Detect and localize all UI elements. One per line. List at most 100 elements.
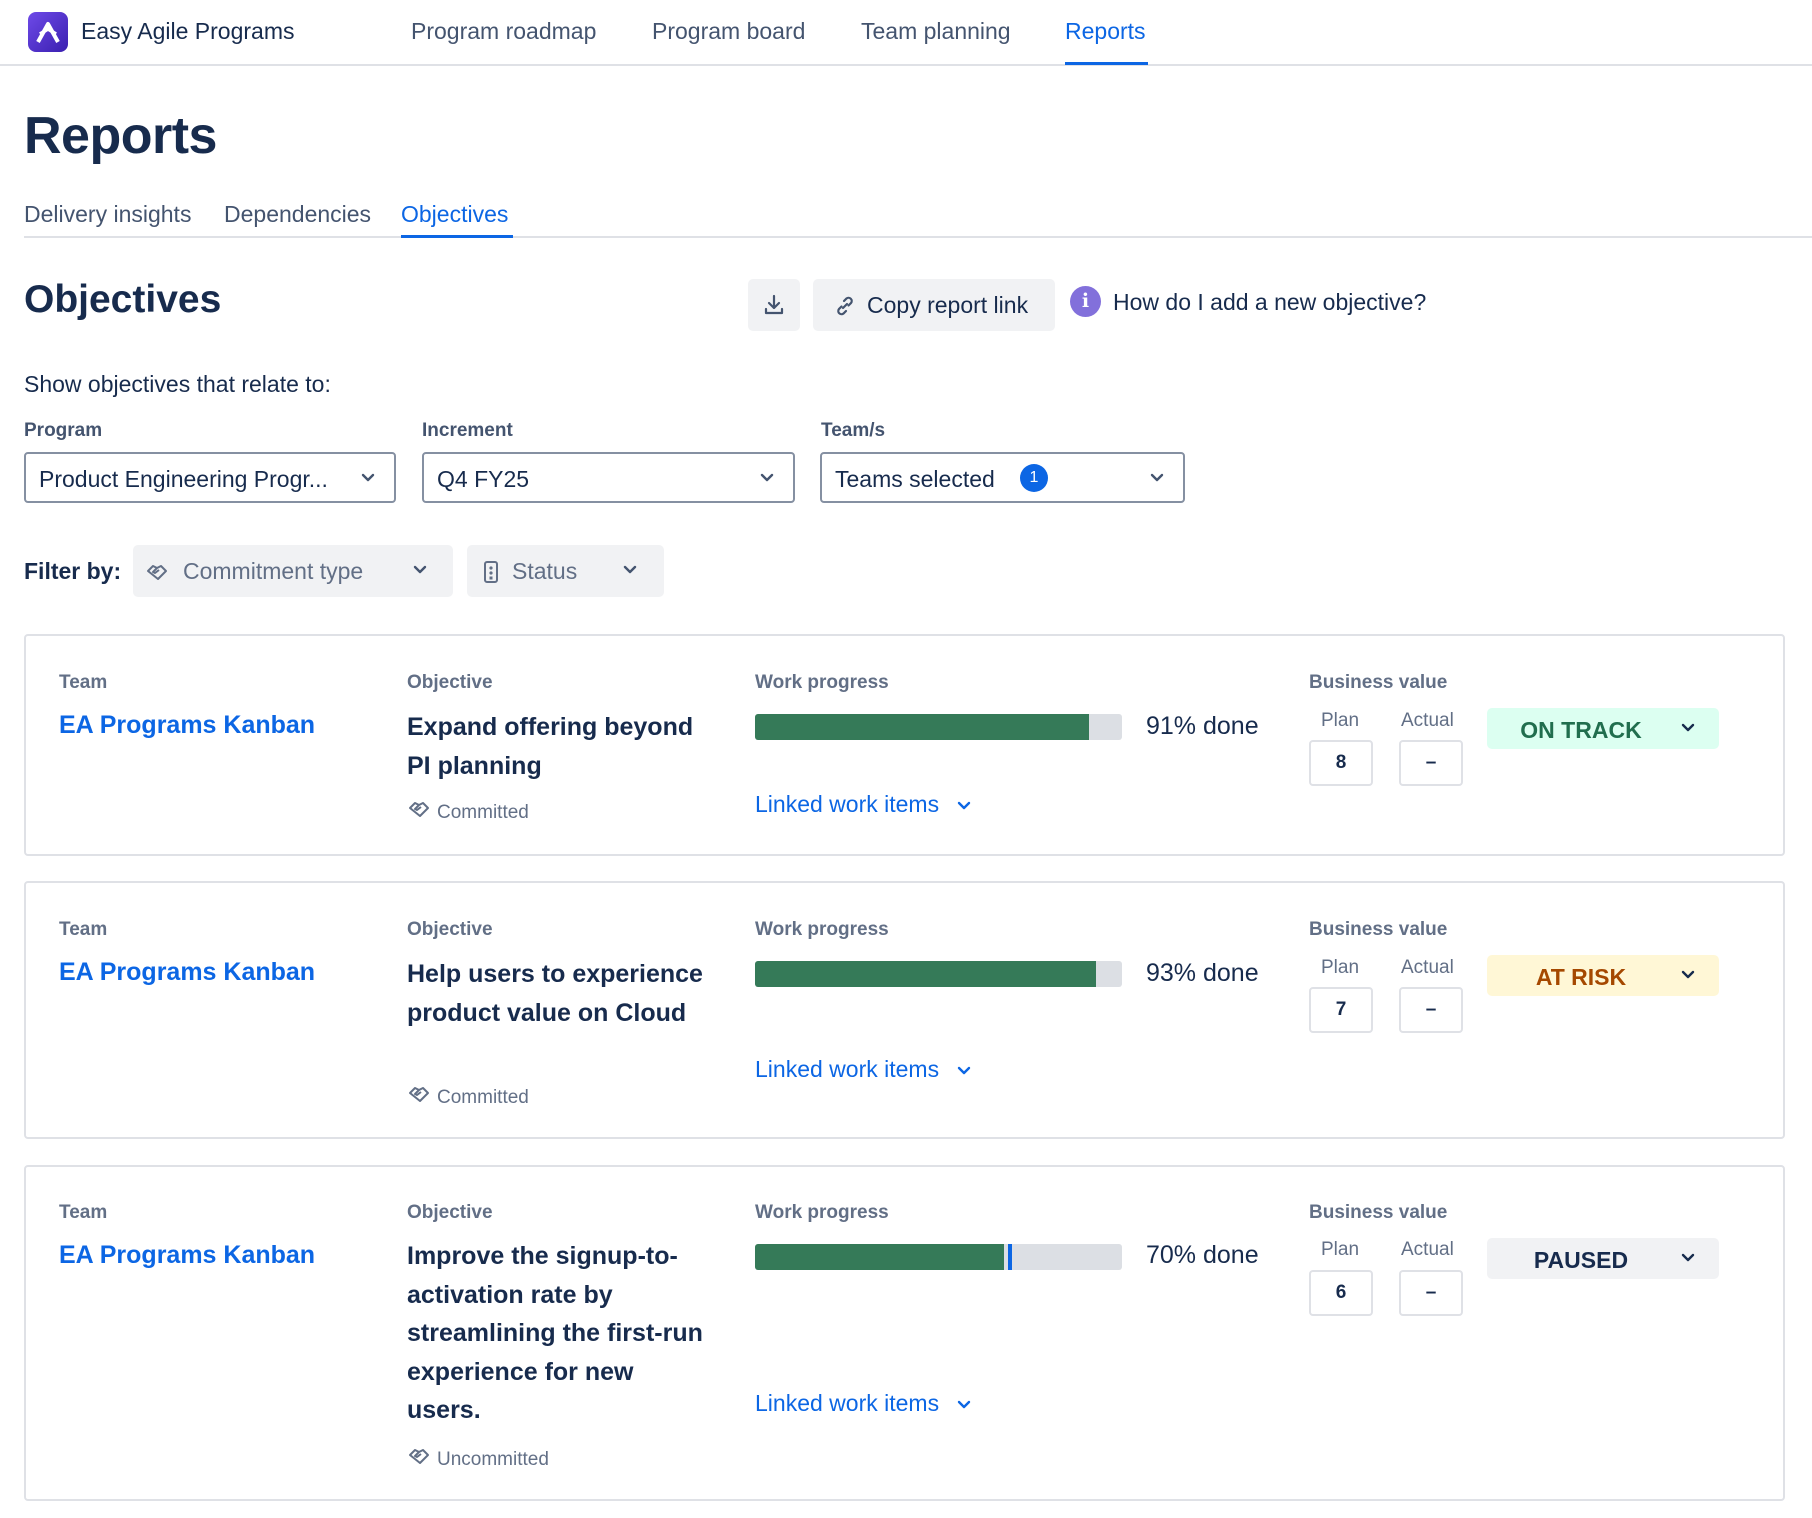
plan-value[interactable]: 6	[1309, 1270, 1373, 1316]
progress-marker	[1007, 1244, 1012, 1270]
chevron-down-icon	[1681, 1253, 1695, 1262]
objective-title: Improve the signup-to-activation rate by…	[407, 1242, 703, 1424]
objective-card: Team EA Programs Kanban Objective Help u…	[24, 881, 1785, 1139]
commitment-type-label: Commitment type	[183, 558, 364, 584]
commitment-label: Committed	[407, 797, 529, 824]
actual-value[interactable]: –	[1399, 1270, 1463, 1316]
commitment-type-filter[interactable]: Commitment type	[133, 545, 453, 597]
actual-header: Actual	[1401, 710, 1454, 731]
copy-report-link-button[interactable]: Copy report link	[813, 279, 1055, 331]
tabs-divider	[24, 236, 1812, 238]
nav-team-planning[interactable]: Team planning	[861, 18, 1011, 45]
status-label: ON TRACK	[1520, 717, 1642, 743]
chevron-down-icon	[1681, 723, 1695, 732]
handshake-icon	[409, 1449, 429, 1464]
business-value-header: Business value	[1309, 919, 1448, 940]
actual-value[interactable]: –	[1399, 987, 1463, 1033]
plan-value[interactable]: 7	[1309, 987, 1373, 1033]
status-dropdown[interactable]: AT RISK	[1487, 955, 1719, 996]
commitment-text: Committed	[437, 1087, 529, 1108]
work-progress-header: Work progress	[755, 672, 889, 693]
team-link[interactable]: EA Programs Kanban	[59, 711, 315, 740]
teams-value: Teams selected	[835, 466, 995, 492]
app-logo[interactable]	[28, 12, 68, 52]
handshake-icon	[409, 802, 429, 817]
objective-header: Objective	[407, 672, 493, 693]
work-progress-header: Work progress	[755, 1202, 889, 1223]
linked-work-items-toggle[interactable]: Linked work items	[755, 1390, 971, 1417]
plan-header: Plan	[1321, 957, 1360, 978]
objective-card: Team EA Programs Kanban Objective Expand…	[24, 634, 1785, 856]
team-header: Team	[59, 919, 108, 940]
team-link[interactable]: EA Programs Kanban	[59, 958, 315, 987]
increment-value: Q4 FY25	[437, 466, 530, 492]
linked-work-items-label: Linked work items	[755, 1390, 940, 1416]
download-button[interactable]	[748, 279, 800, 331]
progress-fill	[755, 714, 1089, 740]
help-link[interactable]: How do I add a new objective?	[1113, 289, 1426, 316]
progress-label: 93% done	[1146, 959, 1259, 987]
program-value: Product Engineering Progr...	[39, 466, 328, 492]
commitment-label: Uncommitted	[407, 1444, 549, 1471]
chevron-down-icon	[760, 473, 774, 482]
status-dropdown[interactable]: PAUSED	[1487, 1238, 1719, 1279]
nav-reports[interactable]: Reports	[1065, 18, 1146, 45]
section-title: Objectives	[24, 278, 222, 321]
business-value-header: Business value	[1309, 1202, 1448, 1223]
progress-fill	[755, 961, 1097, 987]
linked-work-items-toggle[interactable]: Linked work items	[755, 1056, 971, 1083]
status-label: PAUSED	[1533, 1247, 1629, 1273]
plan-header: Plan	[1321, 1239, 1360, 1260]
commitment-text: Committed	[437, 802, 529, 823]
objective-header: Objective	[407, 1202, 493, 1223]
program-select[interactable]: Product Engineering Progr...	[24, 452, 396, 503]
linked-work-items-toggle[interactable]: Linked work items	[755, 791, 971, 818]
objective-header: Objective	[407, 919, 493, 940]
progress-bar	[755, 1244, 1122, 1270]
chevron-down-icon	[413, 565, 427, 574]
plan-value[interactable]: 8	[1309, 740, 1373, 786]
work-progress-header: Work progress	[755, 919, 889, 940]
logo-icon	[36, 22, 60, 43]
status-filter-label: Status	[512, 558, 578, 584]
chevron-down-icon	[957, 1400, 971, 1409]
relate-label: Show objectives that relate to:	[24, 371, 331, 397]
actual-value[interactable]: –	[1399, 740, 1463, 786]
status-filter[interactable]: Status	[467, 545, 664, 597]
filter-by-label: Filter by:	[24, 558, 122, 584]
chevron-down-icon	[361, 473, 375, 482]
teams-count-badge: 1	[1020, 464, 1048, 492]
chevron-down-icon	[957, 1066, 971, 1075]
teams-label: Team/s	[821, 420, 886, 441]
progress-label: 91% done	[1146, 712, 1259, 740]
download-icon	[764, 294, 784, 315]
copy-report-link-label: Copy report link	[867, 292, 1029, 318]
link-icon	[837, 296, 853, 316]
tab-active-indicator	[401, 235, 513, 238]
chevron-down-icon	[1150, 473, 1164, 482]
objective-title: Expand offering beyond PI planning	[407, 713, 694, 780]
objective-title: Help users to experience product value o…	[407, 960, 703, 1027]
chevron-down-icon	[1681, 970, 1695, 979]
team-link[interactable]: EA Programs Kanban	[59, 1241, 315, 1270]
nav-program-board[interactable]: Program board	[652, 18, 805, 45]
progress-bar	[755, 961, 1122, 987]
commitment-label: Committed	[407, 1082, 529, 1109]
tab-dependencies[interactable]: Dependencies	[224, 201, 371, 228]
increment-label: Increment	[422, 420, 513, 441]
nav-program-roadmap[interactable]: Program roadmap	[411, 18, 596, 45]
handshake-icon	[147, 565, 167, 580]
status-dropdown[interactable]: ON TRACK	[1487, 708, 1719, 749]
team-header: Team	[59, 672, 108, 693]
linked-work-items-label: Linked work items	[755, 791, 940, 817]
business-value-header: Business value	[1309, 672, 1448, 693]
actual-header: Actual	[1401, 957, 1454, 978]
teams-select[interactable]: Teams selected	[820, 452, 1185, 503]
tab-objectives[interactable]: Objectives	[401, 201, 508, 228]
actual-header: Actual	[1401, 1239, 1454, 1260]
increment-select[interactable]: Q4 FY25	[422, 452, 795, 503]
status-label: AT RISK	[1535, 964, 1627, 990]
tab-delivery-insights[interactable]: Delivery insights	[24, 201, 191, 228]
nav-active-indicator	[1065, 62, 1148, 65]
app-name: Easy Agile Programs	[81, 18, 295, 44]
